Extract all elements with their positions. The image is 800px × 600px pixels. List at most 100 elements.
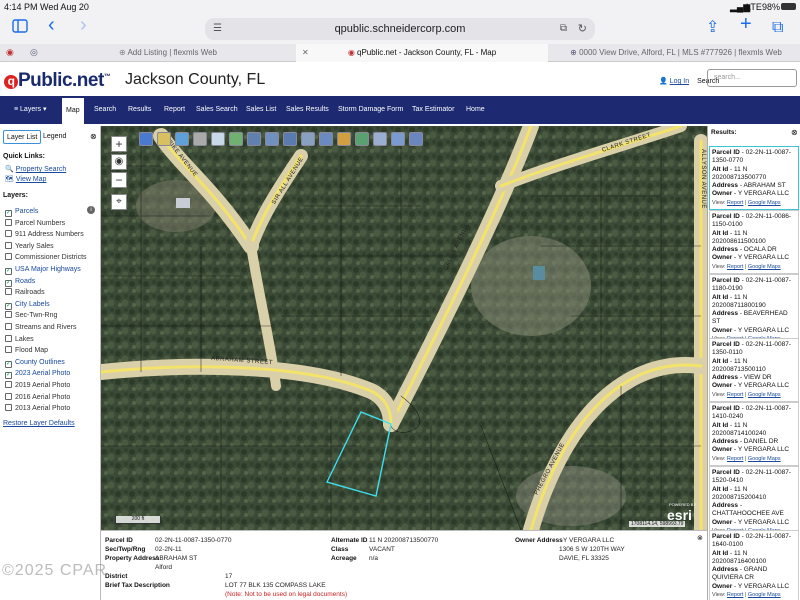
result-item[interactable]: Parcel ID - 02-2N-11-0087-1520-0410 Alt I… xyxy=(709,466,799,539)
layer-checkbox[interactable]: ✓ xyxy=(5,302,12,310)
layer-checkbox[interactable] xyxy=(5,392,12,400)
layer-checkbox[interactable]: ✓ xyxy=(5,268,12,275)
layer-item[interactable]: Lakes xyxy=(5,334,34,345)
page-menu-icon[interactable]: ☰ xyxy=(213,18,222,40)
zoom-in-button[interactable]: + xyxy=(111,136,127,152)
layers-tool-icon[interactable] xyxy=(157,132,171,146)
tabs-overview-icon[interactable]: ⧉ xyxy=(772,19,783,37)
report-link[interactable]: Report xyxy=(727,456,744,462)
bookmark-tool-icon[interactable] xyxy=(373,132,387,146)
layer-checkbox[interactable] xyxy=(5,346,12,354)
nav-tax-estimator[interactable]: Tax Estimator xyxy=(412,96,454,124)
reload-icon[interactable]: ↻ xyxy=(578,18,587,40)
layer-item[interactable]: ✓ Roads xyxy=(5,276,35,287)
tab-layer-list[interactable]: Layer List xyxy=(3,130,42,144)
layer-checkbox[interactable]: ✓ xyxy=(5,279,12,287)
layer-item[interactable]: ✓ Parcels xyxy=(5,206,38,217)
qpublic-logo[interactable]: q Public.net™ xyxy=(4,70,111,92)
url-bar[interactable]: ☰ qpublic.schneidercorp.com ⧉ ↻ xyxy=(205,18,595,40)
locate-icon[interactable]: ⌖ xyxy=(111,194,127,210)
restore-layer-defaults[interactable]: Restore Layer Defaults xyxy=(3,420,75,427)
draw-tool-icon[interactable] xyxy=(211,132,225,146)
result-item[interactable]: Parcel ID - 02-2N-11-0087-1180-0190 Alt I… xyxy=(709,274,799,347)
tab-mls-listing[interactable]: ⊕ 0000 View Drive, Alford, FL | MLS #777… xyxy=(552,44,800,62)
label-tool-icon[interactable] xyxy=(355,132,369,146)
map-view[interactable]: SPIKE AVENUE SIR ALL AVENUE CALOS AVENUE… xyxy=(101,126,707,530)
report-link[interactable]: Report xyxy=(727,200,744,206)
reader-icon[interactable]: ⧉ xyxy=(560,18,567,40)
layer-item[interactable]: Yearly Sales xyxy=(5,241,54,252)
globe-icon[interactable]: ◉ xyxy=(111,154,127,170)
layer-checkbox[interactable] xyxy=(5,253,12,261)
edit-tool-icon[interactable] xyxy=(337,132,351,146)
nav-home[interactable]: Home xyxy=(466,96,485,124)
layer-item[interactable]: Streams and Rivers xyxy=(5,322,76,333)
layer-checkbox[interactable] xyxy=(5,218,12,226)
result-item[interactable]: Parcel ID - 02-2N-11-0087-1350-0770 Alt I… xyxy=(709,146,799,211)
quick-link-property-search[interactable]: 🔍 Property Search xyxy=(5,165,66,173)
nav-layers[interactable]: ≡ Layers ▾ xyxy=(14,96,47,124)
identify-tool-icon[interactable] xyxy=(139,132,153,146)
tab-add-listing[interactable]: ⊕ Add Listing | flexmls Web xyxy=(42,44,294,62)
report-link[interactable]: Report xyxy=(727,592,744,598)
google-maps-link[interactable]: Google Maps xyxy=(748,264,781,270)
nav-report[interactable]: Report xyxy=(164,96,185,124)
aerial-map[interactable] xyxy=(101,126,707,530)
layer-item[interactable]: Sec-Twn-Rng xyxy=(5,310,57,321)
layer-item[interactable]: ✓ 2023 Aerial Photo xyxy=(5,368,70,380)
nav-sales-list[interactable]: Sales List xyxy=(246,96,276,124)
layer-checkbox[interactable] xyxy=(5,381,12,388)
export-tool-icon[interactable] xyxy=(301,132,315,146)
layer-checkbox[interactable] xyxy=(5,241,12,249)
layer-item[interactable]: Commissioner Districts xyxy=(5,252,87,263)
layer-item[interactable]: 2019 Aerial Photo xyxy=(5,380,70,391)
layer-item[interactable]: Flood Map xyxy=(5,345,48,356)
sidebar-icon[interactable] xyxy=(12,19,28,38)
clear-tool-icon[interactable] xyxy=(283,132,297,146)
zoom-out-button[interactable]: − xyxy=(111,172,127,188)
print-tool-icon[interactable] xyxy=(247,132,261,146)
layer-checkbox[interactable] xyxy=(5,323,12,330)
nav-sales-results[interactable]: Sales Results xyxy=(286,96,329,124)
google-maps-link[interactable]: Google Maps xyxy=(748,200,781,206)
layer-checkbox[interactable] xyxy=(5,311,12,319)
layer-checkbox[interactable]: ✓ xyxy=(5,360,12,368)
pinned-tab-icon[interactable]: ◉ xyxy=(6,47,14,58)
layer-checkbox[interactable]: ✓ xyxy=(5,372,12,380)
close-tab-icon[interactable]: ✕ xyxy=(302,44,309,62)
close-info-icon[interactable]: ⊗ xyxy=(697,534,703,542)
close-results-icon[interactable]: ⊗ xyxy=(791,128,798,137)
layer-item[interactable]: ✓ County Outlines xyxy=(5,357,65,368)
share-icon[interactable]: ⇪ xyxy=(706,19,719,37)
layer-checkbox[interactable]: ✓ xyxy=(5,210,12,217)
layer-item[interactable]: Parcel Numbers xyxy=(5,218,65,229)
buffer-tool-icon[interactable] xyxy=(229,132,243,146)
layer-checkbox[interactable] xyxy=(5,288,12,296)
layer-item[interactable]: 911 Address Numbers xyxy=(5,229,84,240)
quick-link-view-map[interactable]: 🗺 View Map xyxy=(5,175,46,183)
result-item[interactable]: Parcel ID - 02-2N-11-0086-1150-0100 Alt I… xyxy=(709,210,799,275)
tab-qpublic[interactable]: ✕ ◉ qPublic.net - Jackson County, FL - M… xyxy=(296,44,548,62)
info-icon[interactable]: i xyxy=(87,206,95,214)
result-item[interactable]: Parcel ID - 02-2N-11-0087-1640-0100 Alt I… xyxy=(709,530,799,600)
report-link[interactable]: Report xyxy=(727,264,744,270)
result-item[interactable]: Parcel ID - 02-2N-11-0087-1410-0240 Alt I… xyxy=(709,402,799,467)
save-tool-icon[interactable] xyxy=(409,132,423,146)
login-link[interactable]: Log In xyxy=(670,78,689,85)
back-icon[interactable]: ‹ xyxy=(48,15,55,35)
layer-item[interactable]: Railroads xyxy=(5,287,45,298)
layer-checkbox[interactable] xyxy=(5,404,12,412)
search-input[interactable]: search... xyxy=(707,69,797,87)
report-link[interactable]: Report xyxy=(727,392,744,398)
zoom-tool-icon[interactable] xyxy=(319,132,333,146)
nav-map[interactable]: Map xyxy=(62,98,84,124)
layer-checkbox[interactable] xyxy=(5,230,12,238)
layer-item[interactable]: ✓ USA Major Highways xyxy=(5,264,81,275)
nav-results[interactable]: Results xyxy=(128,96,151,124)
layer-checkbox[interactable] xyxy=(5,334,12,342)
result-item[interactable]: Parcel ID - 02-2N-11-0087-1350-0110 Alt I… xyxy=(709,338,799,403)
new-tab-icon[interactable]: + xyxy=(740,14,752,34)
close-panel-icon[interactable]: ⊗ xyxy=(90,132,97,141)
google-maps-link[interactable]: Google Maps xyxy=(748,392,781,398)
nav-sales-search[interactable]: Sales Search xyxy=(196,96,238,124)
